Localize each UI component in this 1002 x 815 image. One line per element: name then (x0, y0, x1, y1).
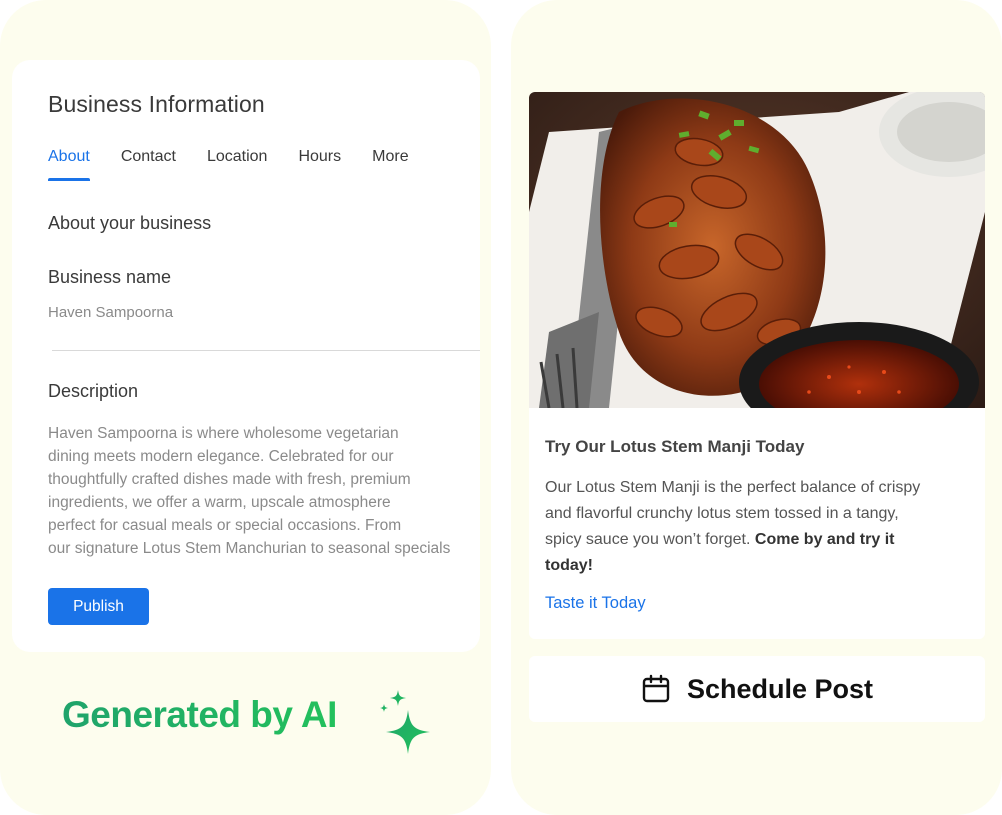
active-tab-indicator (48, 178, 90, 181)
description-line: perfect for casual meals or special occa… (48, 517, 402, 534)
schedule-post-label: Schedule Post (686, 673, 874, 704)
calendar-icon (642, 674, 670, 703)
post-body-line: Our Lotus Stem Manji is the perfect bala… (545, 479, 921, 496)
post-preview-card: Try Our Lotus Stem Manji Today Our Lotus… (529, 92, 985, 639)
tab-more-label: More (372, 148, 409, 165)
post-body-cta: today! (545, 557, 593, 574)
tab-location[interactable]: Location (207, 148, 268, 166)
schedule-post-button[interactable]: Schedule Post (529, 656, 985, 722)
description-line: our signature Lotus Stem Manchurian to s… (48, 540, 451, 557)
field-divider (52, 350, 480, 351)
food-photo-image (529, 92, 985, 408)
sparkle-icon (380, 690, 430, 754)
post-body-line-text: spicy sauce you won’t forget. (545, 531, 751, 548)
business-information-card: Business Information About Contact Locat… (12, 60, 480, 652)
tab-location-label: Location (206, 148, 268, 165)
description-line: ingredients, we offer a warm, upscale at… (48, 494, 391, 511)
business-name-field[interactable]: Haven Sampoorna (48, 304, 173, 321)
post-body-cta: Come by and try it (754, 531, 895, 548)
taste-it-today-link[interactable]: Taste it Today (545, 594, 646, 613)
post-title: Try Our Lotus Stem Manji Today (545, 437, 805, 456)
tab-contact[interactable]: Contact (121, 148, 176, 166)
tab-about[interactable]: About (48, 148, 90, 181)
tab-more[interactable]: More (372, 148, 408, 166)
generated-by-ai-text: Generated by AI (62, 694, 337, 735)
tab-contact-label: Contact (120, 148, 176, 165)
left-panel: Business Information About Contact Locat… (0, 0, 491, 815)
generated-by-ai-badge: Generated by AI (62, 690, 430, 754)
tab-hours-label: Hours (298, 148, 342, 165)
description-line: thoughtfully crafted dishes made with fr… (48, 471, 411, 488)
tab-bar: About Contact Location Hours More (48, 148, 440, 181)
post-body: Our Lotus Stem Manji is the perfect bala… (545, 475, 975, 579)
description-line: dining meets modern elegance. Celebrated… (48, 448, 394, 465)
description-field[interactable]: Haven Sampoorna is where wholesome veget… (48, 422, 480, 560)
post-body-line: today! (545, 553, 975, 579)
tab-hours[interactable]: Hours (298, 148, 341, 166)
right-panel: Try Our Lotus Stem Manji Today Our Lotus… (511, 0, 1002, 815)
tab-about-label: About (48, 148, 90, 165)
description-line: Haven Sampoorna is where wholesome veget… (48, 425, 399, 442)
post-body-line: spicy sauce you won’t forget. Come by an… (545, 527, 975, 553)
business-name-label: Business name (48, 267, 172, 287)
business-info-title: Business Information (48, 91, 265, 117)
post-body-line: and flavorful crunchy lotus stem tossed … (545, 505, 899, 522)
about-section-heading: About your business (48, 213, 212, 233)
description-label: Description (48, 381, 139, 401)
publish-button[interactable]: Publish (48, 588, 149, 625)
